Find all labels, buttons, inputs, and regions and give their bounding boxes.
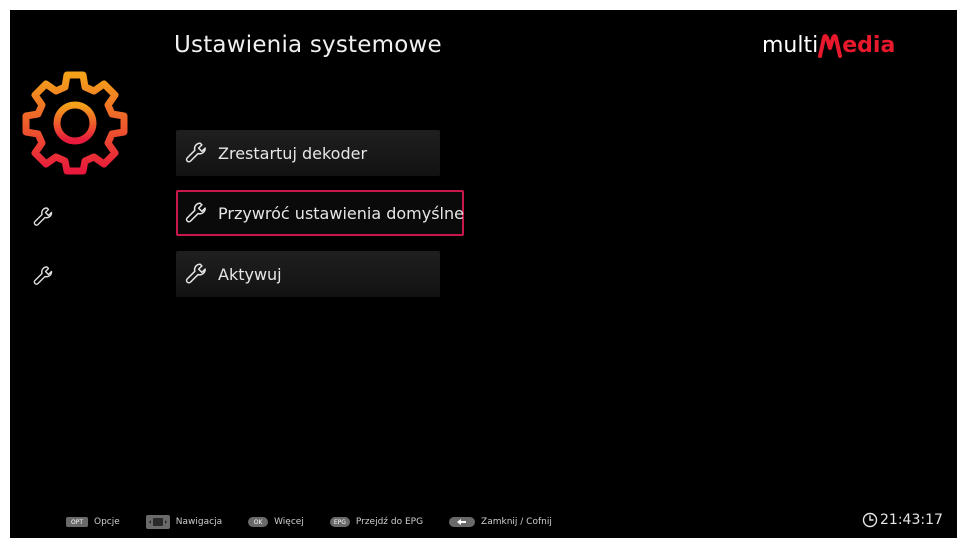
clock-icon (862, 512, 878, 528)
wrench-icon (185, 202, 206, 223)
clock-time: 21:43:17 (880, 512, 943, 528)
hint-options[interactable]: OPT Opcje (66, 517, 120, 527)
hint-epg[interactable]: EPG Przejdź do EPG (329, 517, 424, 527)
menu-item-restart-decoder[interactable]: Zrestartuj dekoder (176, 130, 440, 176)
opt-key: OPT (66, 517, 88, 527)
hint-label: Zamknij / Cofnij (481, 517, 552, 527)
page-title: Ustawienia systemowe (174, 32, 442, 58)
hint-label: Przejdź do EPG (355, 517, 424, 527)
menu-item-label: Zrestartuj dekoder (218, 143, 368, 163)
hint-label: Nawigacja (175, 517, 223, 527)
hint-label: Opcje (94, 517, 120, 527)
footer-hints: OPT Opcje Nawigacja OK Więcej EPG Przejd… (66, 512, 578, 532)
dpad-icon (145, 515, 170, 529)
wrench-icon (185, 142, 206, 163)
hint-navigation[interactable]: Nawigacja (145, 514, 223, 530)
hint-more[interactable]: OK Więcej (248, 517, 304, 527)
back-arrow-icon (449, 517, 476, 527)
gear-icon (22, 71, 128, 175)
ok-key: OK (248, 517, 269, 527)
logo-prefix: multi (762, 33, 819, 58)
epg-key: EPG (329, 517, 350, 527)
tv-screen: Ustawienia systemowe multi edia Zrestart… (10, 10, 957, 538)
menu-item-label: Aktywuj (218, 264, 282, 284)
wrench-icon (185, 263, 206, 284)
logo-m-icon (818, 34, 843, 58)
menu-item-label: Przywróć ustawienia domyślne (218, 203, 464, 223)
menu-item-restore-defaults[interactable]: Przywróć ustawienia domyślne (176, 190, 464, 236)
logo-accent: edia (842, 33, 896, 58)
clock: 21:43:17 (862, 512, 943, 528)
menu-item-activate[interactable]: Aktywuj (176, 251, 440, 297)
sidebar-wrench-icon[interactable] (32, 205, 56, 229)
hint-label: Więcej (274, 517, 304, 527)
hint-close-back[interactable]: Zamknij / Cofnij (449, 517, 552, 527)
multimedia-logo: multi edia (762, 32, 895, 58)
sidebar-wrench-icon[interactable] (32, 264, 56, 288)
